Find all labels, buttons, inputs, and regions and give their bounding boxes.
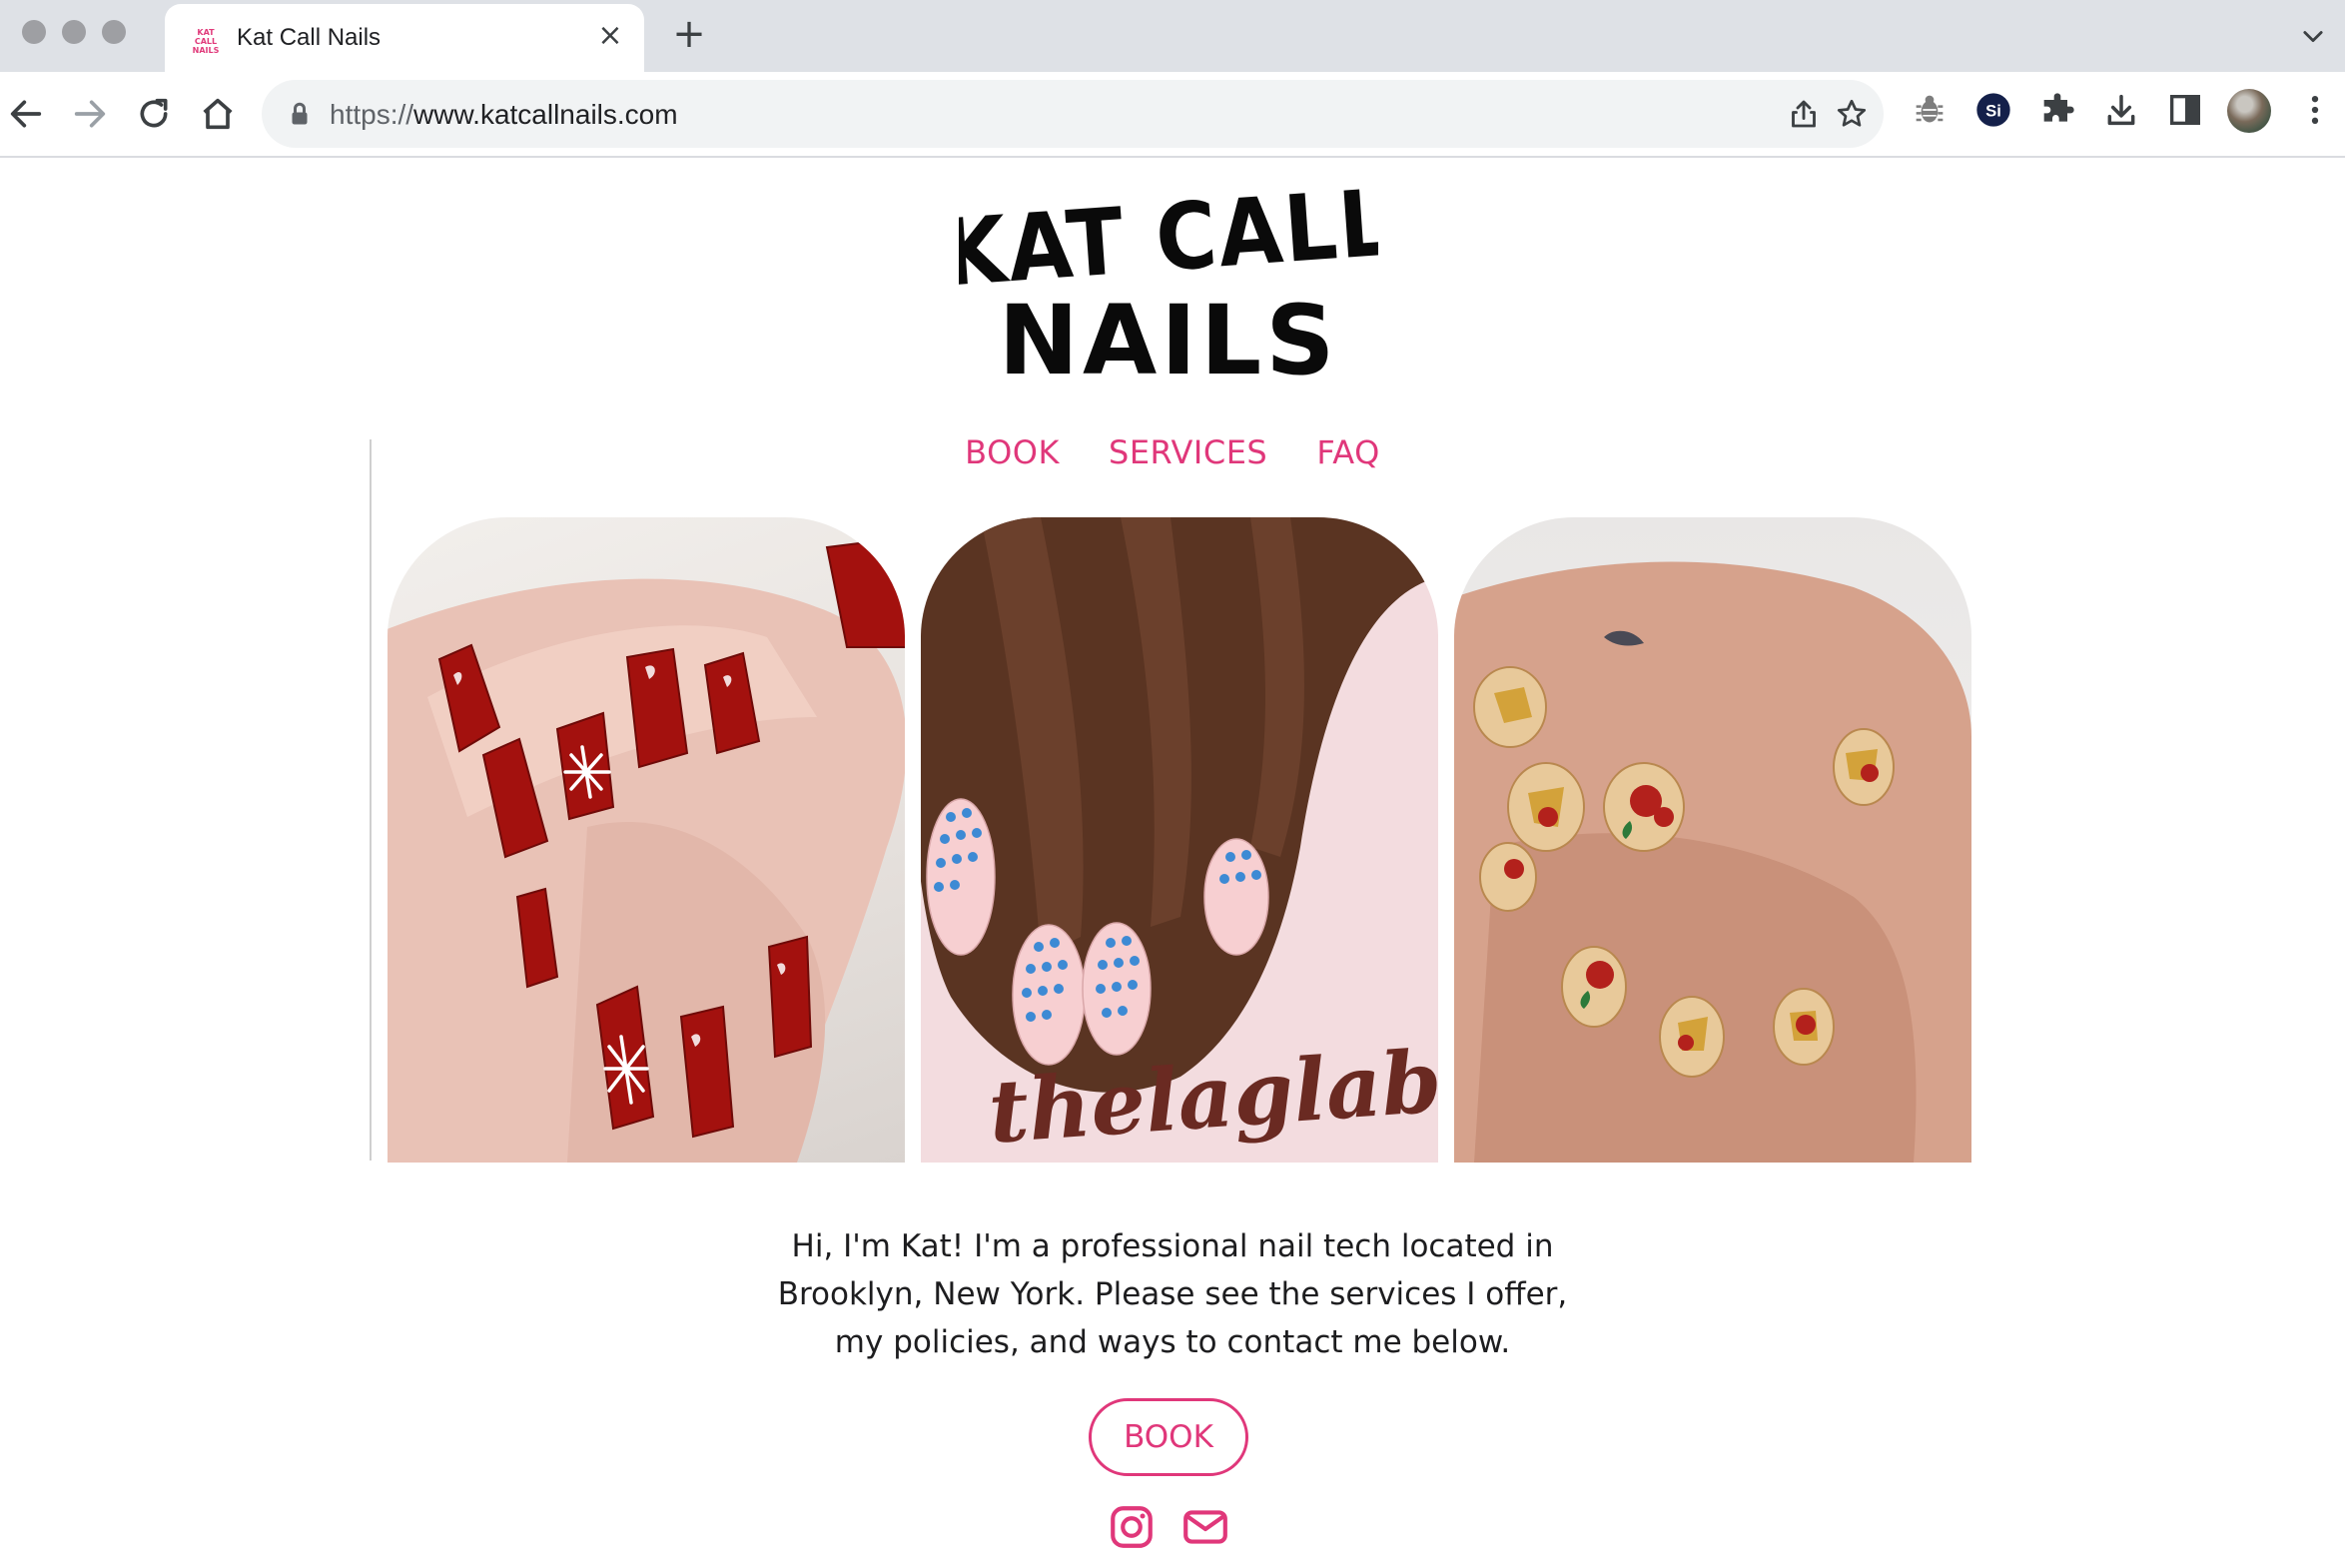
svg-text:NAILS: NAILS [999,285,1339,388]
bookmark-star-icon[interactable] [1834,96,1870,132]
bug-extension-icon[interactable] [1910,90,1950,130]
browser-toolbar: https://www.katcallnails.com Si [0,72,2345,158]
gallery-photo-dotted-nails[interactable]: thelaglab [921,517,1438,1163]
gallery-photo-red-nails[interactable] [388,517,905,1163]
site-logo[interactable]: KAT CALL NAILS [959,178,1378,388]
profile-avatar[interactable] [2227,89,2271,133]
reload-icon[interactable] [134,94,174,134]
mail-icon[interactable] [1180,1502,1230,1552]
si-extension-icon[interactable]: Si [1973,90,2013,130]
red-nails-illustration [388,536,905,1163]
window-minimize-dot[interactable] [62,20,86,44]
tab-title: Kat Call Nails [237,24,382,51]
book-button[interactable]: BOOK [1089,1398,1248,1476]
kebab-menu-icon[interactable] [2295,90,2335,130]
site-nav: BOOK SERVICES FAQ [0,433,2345,471]
puzzle-extensions-icon[interactable] [2037,90,2077,130]
home-icon[interactable] [198,94,238,134]
tab-search-chevron-icon[interactable] [2299,22,2327,50]
intro-text: Hi, I'm Kat! I'm a professional nail tec… [777,1228,1568,1360]
url-text[interactable]: https://www.katcallnails.com [330,99,678,131]
new-tab-button[interactable]: + [671,14,707,54]
nav-faq-link[interactable]: FAQ [1316,433,1379,471]
forward-arrow-icon[interactable] [70,94,110,134]
gold-nails-illustration [1454,561,1971,1163]
browser-tab-active[interactable]: KAT CALL NAILS Kat Call Nails × [165,4,644,72]
nail-gallery: thelaglab [0,517,2345,1167]
nav-book-link[interactable]: BOOK [965,433,1060,471]
address-bar[interactable]: https://www.katcallnails.com [262,80,1884,148]
svg-text:Si: Si [1985,102,2001,121]
download-icon[interactable] [2101,90,2141,130]
back-arrow-icon[interactable] [6,94,46,134]
share-icon[interactable] [1786,96,1822,132]
side-panel-icon[interactable] [2165,90,2205,130]
lock-icon[interactable] [282,96,318,132]
window-zoom-dot[interactable] [102,20,126,44]
gallery-scroll-edge [370,439,372,1161]
favicon-icon: KAT CALL NAILS [192,28,220,55]
gallery-photo-gold-nails[interactable] [1454,517,1971,1163]
dotted-nails-illustration: thelaglab [921,517,1438,1163]
web-page: KAT CALL NAILS BOOK SERVICES FAQ thelagl… [0,158,2345,1568]
browser-tab-bar: KAT CALL NAILS Kat Call Nails × + [0,0,2345,72]
window-close-dot[interactable] [22,20,46,44]
instagram-icon[interactable] [1107,1502,1157,1552]
tab-close-icon[interactable]: × [596,21,624,51]
nav-services-link[interactable]: SERVICES [1109,433,1267,471]
